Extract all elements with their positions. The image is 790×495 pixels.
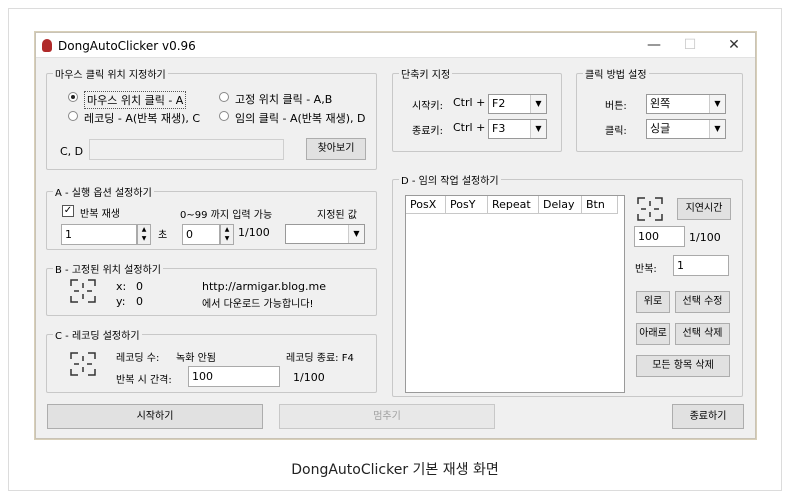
repeat-interval-label: 반복 시 간격:	[116, 375, 172, 386]
end-key-select[interactable]: F3 ▼	[488, 119, 547, 139]
column-header-posy[interactable]: PosY	[446, 196, 488, 214]
click-type-label: 클릭:	[605, 126, 627, 137]
chevron-down-icon: ▼	[348, 225, 364, 243]
delete-all-button[interactable]: 모든 항목 삭제	[636, 355, 730, 377]
end-key-modifier: Ctrl +	[453, 121, 486, 134]
move-up-button[interactable]: 위로	[636, 291, 670, 313]
start-key-select[interactable]: F2 ▼	[488, 94, 547, 114]
download-note: 에서 다운로드 가능합니다!	[202, 299, 314, 310]
radio-any-click[interactable]	[219, 111, 229, 121]
repeat-seconds-spinner[interactable]: ▲ ▼	[137, 224, 151, 245]
radio-mouse-position-label[interactable]: 마우스 위치 클릭 - A	[84, 91, 187, 109]
seconds-unit: 초	[158, 230, 168, 241]
cd-label: C, D	[60, 145, 84, 158]
radio-fixed-position-label[interactable]: 고정 위치 클릭 - A,B	[235, 91, 332, 107]
maximize-button: ☐	[683, 37, 697, 53]
selected-value-label: 지정된 값	[317, 210, 357, 221]
repeat-interval-input[interactable]: 100	[188, 366, 280, 387]
column-header-posx[interactable]: PosX	[406, 196, 446, 214]
delay-input[interactable]: 100	[634, 226, 685, 247]
section-b-legend: B - 고정된 위치 설정하기	[55, 265, 161, 276]
mouse-button-select[interactable]: 왼쪽 ▼	[646, 94, 726, 114]
cd-path-field	[89, 139, 284, 160]
exit-button[interactable]: 종료하기	[672, 404, 744, 429]
column-header-btn[interactable]: Btn	[582, 196, 618, 214]
figure-caption: DongAutoClicker 기본 재생 화면	[291, 462, 499, 478]
section-d-legend: D - 임의 작업 설정하기	[401, 176, 499, 187]
spin-up-icon[interactable]: ▲	[221, 225, 233, 234]
start-key-value: F2	[492, 97, 506, 110]
centiseconds-spinner[interactable]: ▲ ▼	[220, 224, 234, 245]
fixed-y-value: 0	[136, 295, 143, 308]
close-button[interactable]: ✕	[716, 35, 752, 55]
end-key-value: F3	[492, 122, 506, 135]
column-header-repeat[interactable]: Repeat	[488, 196, 539, 214]
mouse-position-legend: 마우스 클릭 위치 지정하기	[55, 70, 166, 81]
recording-end-key: 레코딩 종료: F4	[286, 353, 354, 364]
section-a-legend: A - 실행 옵션 설정하기	[55, 188, 152, 199]
fixed-x-label: x:	[116, 280, 127, 293]
stop-button: 멈추기	[279, 404, 495, 429]
chevron-down-icon: ▼	[709, 95, 725, 113]
mouse-button-value: 왼쪽	[650, 97, 671, 110]
start-key-modifier: Ctrl +	[453, 96, 486, 109]
window-title: DongAutoClicker v0.96	[58, 39, 196, 53]
start-key-label: 시작키:	[412, 101, 443, 112]
repeat-interval-unit: 1/100	[293, 371, 325, 384]
repeat-checkbox-label[interactable]: 반복 재생	[80, 205, 120, 220]
blog-url: http://armigar.blog.me	[202, 280, 327, 293]
minimize-button[interactable]: —	[636, 35, 672, 55]
delay-unit: 1/100	[689, 231, 721, 244]
radio-mouse-position[interactable]	[68, 92, 78, 102]
radio-recording-label[interactable]: 레코딩 - A(반복 재생), C	[84, 110, 200, 126]
fixed-x-value: 0	[136, 280, 143, 293]
move-down-button[interactable]: 아래로	[636, 323, 670, 345]
crosshair-target-icon[interactable]	[69, 351, 97, 377]
crosshair-target-icon[interactable]	[69, 278, 97, 304]
section-c-legend: C - 레코딩 설정하기	[55, 331, 140, 342]
list-repeat-label: 반복:	[635, 264, 657, 275]
column-header-delay[interactable]: Delay	[539, 196, 582, 214]
spin-down-icon[interactable]: ▼	[221, 234, 233, 243]
end-key-label: 종료키:	[412, 126, 443, 137]
spin-up-icon[interactable]: ▲	[138, 225, 150, 234]
chevron-down-icon: ▼	[530, 120, 546, 138]
radio-recording[interactable]	[68, 111, 78, 121]
repeat-checkbox[interactable]: ✓	[62, 205, 74, 217]
recording-count-label: 레코딩 수:	[116, 353, 160, 364]
crosshair-target-icon[interactable]	[636, 196, 664, 222]
centiseconds-unit: 1/100	[238, 226, 270, 239]
chevron-down-icon: ▼	[530, 95, 546, 113]
input-range-hint: 0~99 까지 입력 가능	[180, 210, 273, 221]
selected-value-select[interactable]: ▼	[285, 224, 365, 244]
mouse-button-label: 버튼:	[605, 101, 627, 112]
click-method-legend: 클릭 방법 설정	[585, 70, 647, 81]
hotkey-legend: 단축키 지정	[401, 70, 451, 81]
app-icon	[42, 39, 52, 52]
centiseconds-input[interactable]: 0	[182, 224, 220, 245]
start-button[interactable]: 시작하기	[47, 404, 263, 429]
fixed-y-label: y:	[116, 295, 126, 308]
list-repeat-input[interactable]: 1	[673, 255, 729, 276]
action-list[interactable]: PosX PosY Repeat Delay Btn	[405, 195, 625, 393]
chevron-down-icon: ▼	[709, 120, 725, 138]
click-type-value: 싱글	[650, 122, 671, 135]
delete-selected-button[interactable]: 선택 삭제	[675, 323, 730, 345]
delay-time-button[interactable]: 지연시간	[677, 198, 731, 220]
edit-selected-button[interactable]: 선택 수정	[675, 291, 730, 313]
browse-button[interactable]: 찾아보기	[306, 138, 366, 160]
radio-any-click-label[interactable]: 임의 클릭 - A(반복 재생), D	[235, 110, 366, 126]
recording-count-value: 녹화 안됨	[176, 353, 216, 364]
spin-down-icon[interactable]: ▼	[138, 234, 150, 243]
repeat-seconds-input[interactable]: 1	[61, 224, 137, 245]
title-bar: DongAutoClicker v0.96 — ☐ ✕	[36, 33, 755, 58]
click-type-select[interactable]: 싱글 ▼	[646, 119, 726, 139]
radio-fixed-position[interactable]	[219, 92, 229, 102]
